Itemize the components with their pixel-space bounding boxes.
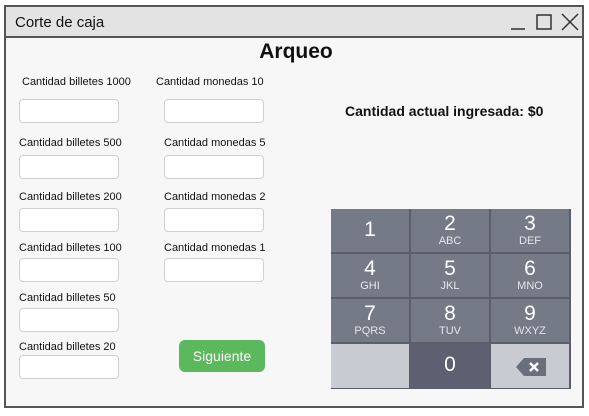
coin-5-label: Cantidad monedas 5	[164, 137, 266, 149]
keypad-key-8[interactable]: 8 TUV	[411, 299, 490, 343]
numeric-keypad: 1 2 ABC 3 DEF 4 GHI 5 JKL 6 MNO 7 PQRS 8…	[331, 209, 571, 389]
title-bar: Corte de caja	[6, 7, 582, 38]
minimize-icon[interactable]	[509, 13, 527, 31]
close-icon[interactable]	[561, 13, 579, 31]
current-amount-status: Cantidad actual ingresada: $0	[345, 103, 544, 119]
window-title: Corte de caja	[15, 14, 105, 31]
bill-1000-input[interactable]	[19, 99, 119, 123]
coin-10-label: Cantidad monedas 10	[156, 76, 264, 88]
bill-200-label: Cantidad billetes 200	[19, 191, 122, 203]
keypad-key-0[interactable]: 0	[411, 344, 490, 389]
bill-50-label: Cantidad billetes 50	[19, 292, 116, 304]
page-title: Arqueo	[259, 40, 333, 63]
coin-10-input[interactable]	[164, 99, 264, 123]
keypad-key-9[interactable]: 9 WXYZ	[491, 299, 570, 343]
coin-2-label: Cantidad monedas 2	[164, 191, 266, 203]
backspace-icon	[515, 357, 547, 382]
coin-2-input[interactable]	[164, 208, 264, 232]
bill-500-input[interactable]	[19, 155, 119, 179]
app-window: Corte de caja Arqueo Cantidad billetes 1…	[4, 5, 584, 408]
maximize-icon[interactable]	[535, 13, 553, 31]
next-button[interactable]: Siguiente	[179, 340, 265, 372]
bill-200-input[interactable]	[19, 208, 119, 232]
keypad-key-6[interactable]: 6 MNO	[491, 254, 570, 298]
keypad-key-5[interactable]: 5 JKL	[411, 254, 490, 298]
bill-20-label: Cantidad billetes 20	[19, 341, 116, 353]
coin-5-input[interactable]	[164, 155, 264, 179]
bill-20-input[interactable]	[19, 355, 119, 379]
keypad-backspace-key[interactable]	[491, 344, 570, 389]
coin-1-input[interactable]	[164, 258, 264, 282]
coin-1-label: Cantidad monedas 1	[164, 242, 266, 254]
keypad-key-1[interactable]: 1	[331, 209, 410, 253]
keypad-key-4[interactable]: 4 GHI	[331, 254, 410, 298]
bill-50-input[interactable]	[19, 308, 119, 332]
bill-500-label: Cantidad billetes 500	[19, 137, 122, 149]
bill-100-input[interactable]	[19, 258, 119, 282]
keypad-key-7[interactable]: 7 PQRS	[331, 299, 410, 343]
bill-100-label: Cantidad billetes 100	[19, 242, 122, 254]
bill-1000-label: Cantidad billetes 1000	[22, 76, 131, 88]
keypad-key-blank	[331, 344, 410, 389]
keypad-key-2[interactable]: 2 ABC	[411, 209, 490, 253]
keypad-key-3[interactable]: 3 DEF	[491, 209, 570, 253]
